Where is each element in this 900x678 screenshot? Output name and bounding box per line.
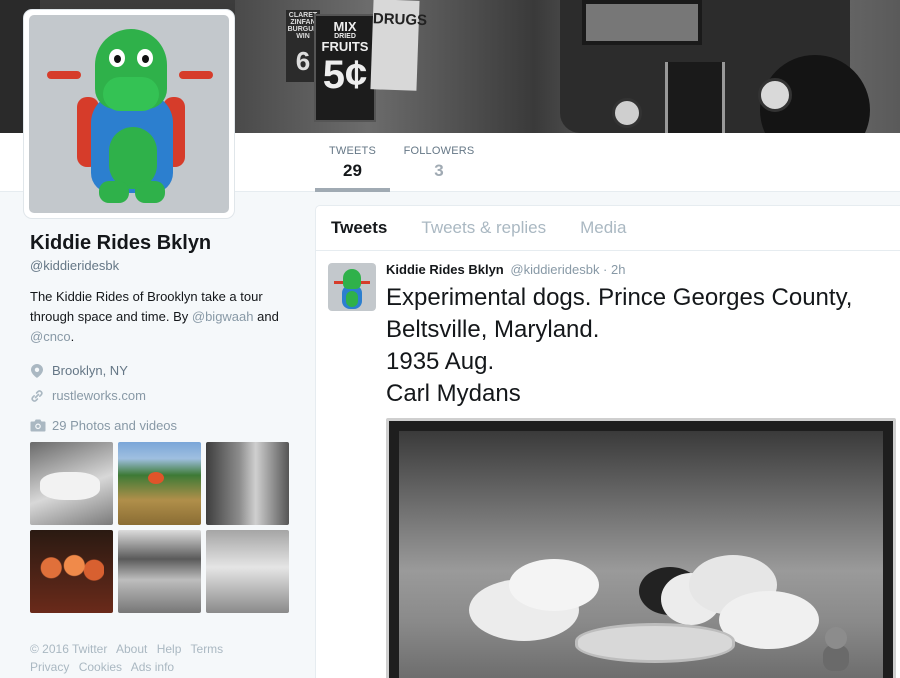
tab-media[interactable]: Media xyxy=(580,218,626,238)
location-text: Brooklyn, NY xyxy=(52,363,128,378)
profile-card: Kiddie Rides Bklyn @kiddieridesbk The Ki… xyxy=(30,232,290,403)
banner-sign-fruits: MIX DRIED FRUITS 5¢ xyxy=(314,14,376,122)
sign-fruit-price: 5¢ xyxy=(322,53,368,97)
tweet-author[interactable]: Kiddie Rides Bklyn xyxy=(386,262,504,277)
stat-followers[interactable]: FOLLOWERS 3 xyxy=(397,133,481,192)
stat-tweets-label: TWEETS xyxy=(328,145,377,157)
tweet-avatar[interactable] xyxy=(328,263,376,311)
croc-handle-left xyxy=(47,71,81,79)
profile-bio: The Kiddie Rides of Brooklyn take a tour… xyxy=(30,287,290,347)
truck-window xyxy=(582,0,702,45)
tab-tweets[interactable]: Tweets xyxy=(331,218,387,238)
profile-handle[interactable]: @kiddieridesbk xyxy=(30,258,290,273)
profile-website: rustleworks.com xyxy=(30,388,290,403)
photo-thumb[interactable] xyxy=(206,442,289,525)
stat-followers-label: FOLLOWERS xyxy=(403,145,475,157)
avatar-image xyxy=(29,15,229,213)
bio-text-3: . xyxy=(70,329,75,344)
footer-links: © 2016 Twitter About Help Terms Privacy … xyxy=(30,640,290,676)
footer-cookies[interactable]: Cookies xyxy=(79,660,122,674)
tweet-line: Beltsville, Maryland. xyxy=(386,316,600,343)
croc-belly xyxy=(109,127,157,189)
croc-eye-left xyxy=(109,49,125,67)
food-bowl xyxy=(575,623,735,663)
tweet-photo[interactable] xyxy=(386,418,896,678)
profile-name[interactable]: Kiddie Rides Bklyn xyxy=(30,232,290,255)
website-link[interactable]: rustleworks.com xyxy=(52,388,146,403)
photos-title-text: 29 Photos and videos xyxy=(52,418,178,433)
profile-location: Brooklyn, NY xyxy=(30,363,290,378)
bio-link-cnco[interactable]: @cnco xyxy=(30,329,71,344)
truck-grill xyxy=(665,62,725,133)
truck-headlamp-right xyxy=(758,78,792,112)
tweet-line: 1935 Aug. xyxy=(386,348,495,375)
photos-videos-link[interactable]: 29 Photos and videos xyxy=(30,418,177,433)
photo-thumb[interactable] xyxy=(118,442,201,525)
tweet-handle-time[interactable]: @kiddieridesbk · 2h xyxy=(510,262,625,277)
tweet-header: Kiddie Rides Bklyn @kiddieridesbk · 2h xyxy=(386,262,625,277)
banner-sign-drugs: DRUGS xyxy=(370,0,427,91)
truck-headlamp-left xyxy=(612,98,642,128)
bio-link-bigwaah[interactable]: @bigwaah xyxy=(192,309,254,324)
map-pin-icon xyxy=(30,363,44,378)
banner-truck xyxy=(560,0,870,133)
timeline-tabs: Tweets Tweets & replies Media xyxy=(316,206,900,251)
croc-figurine xyxy=(819,627,853,671)
photo-grid xyxy=(30,442,290,613)
camera-icon xyxy=(30,419,46,432)
photo-thumb[interactable] xyxy=(30,530,113,613)
croc-leg-left xyxy=(99,181,129,203)
stat-tweets[interactable]: TWEETS 29 xyxy=(315,133,390,192)
footer-privacy[interactable]: Privacy xyxy=(30,660,69,674)
tweet-line: Carl Mydans xyxy=(386,380,521,407)
stat-followers-value: 3 xyxy=(434,161,444,180)
footer-ads-info[interactable]: Ads info xyxy=(131,660,174,674)
sign-drugs-text: DRUGS xyxy=(372,10,428,30)
footer-terms[interactable]: Terms xyxy=(191,642,224,656)
footer-help[interactable]: Help xyxy=(157,642,182,656)
sign-fruit-line1: MIX xyxy=(333,19,357,34)
croc-snout xyxy=(103,77,159,111)
tweet-text: Experimental dogs. Prince Georges County… xyxy=(386,282,900,410)
photo-thumb[interactable] xyxy=(206,530,289,613)
croc-leg-right xyxy=(135,181,165,203)
photo-thumb[interactable] xyxy=(30,442,113,525)
profile-avatar[interactable] xyxy=(24,10,234,218)
bio-text-2: and xyxy=(253,309,279,324)
photo-thumb[interactable] xyxy=(118,530,201,613)
link-icon xyxy=(30,389,44,403)
footer-about[interactable]: About xyxy=(116,642,147,656)
croc-eye-right xyxy=(137,49,153,67)
tweet-photo-image xyxy=(399,431,883,678)
puppy xyxy=(509,559,599,611)
footer-copyright[interactable]: © 2016 Twitter xyxy=(30,642,107,656)
stat-tweets-value: 29 xyxy=(343,161,362,180)
croc-handle-right xyxy=(179,71,213,79)
tab-tweets-replies[interactable]: Tweets & replies xyxy=(421,218,546,238)
sign-fruit-line3: FRUITS xyxy=(321,39,369,54)
tweet-line: Experimental dogs. Prince Georges County… xyxy=(386,284,853,311)
timeline: Tweets Tweets & replies Media Kiddie Rid… xyxy=(315,205,900,678)
